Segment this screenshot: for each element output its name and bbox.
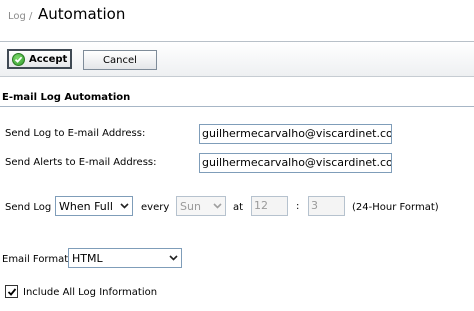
send-log-minute-value: 3: [311, 199, 318, 212]
email-format-value: HTML: [72, 251, 103, 265]
send-log-hour-field[interactable]: 12: [251, 196, 288, 216]
section-title: E-mail Log Automation: [2, 92, 131, 103]
send-log-when-value: When Full: [59, 199, 113, 213]
send-log-minute-field[interactable]: 3: [308, 196, 345, 216]
chevron-down-icon: [210, 198, 224, 214]
accept-button-label: Accept: [29, 53, 68, 65]
send-log-when-select[interactable]: When Full: [55, 196, 133, 216]
every-label: every: [141, 202, 170, 213]
send-alerts-to-label: Send Alerts to E-mail Address:: [5, 157, 157, 168]
send-log-label: Send Log: [5, 202, 52, 213]
send-log-day-value: Sun: [180, 199, 201, 213]
send-alerts-email-value: guilhermecarvalho@viscardinet.con: [202, 156, 392, 169]
send-log-hour-value: 12: [254, 199, 268, 212]
accept-button[interactable]: Accept: [7, 49, 72, 69]
send-log-email-value: guilhermecarvalho@viscardinet.con: [202, 127, 392, 140]
send-log-day-select[interactable]: Sun: [176, 196, 226, 216]
breadcrumb: Log /: [8, 11, 33, 22]
toolbar-divider: [0, 76, 474, 77]
send-alerts-email-field[interactable]: guilhermecarvalho@viscardinet.con: [199, 153, 392, 173]
include-all-checkbox[interactable]: [5, 285, 18, 298]
include-all-label: Include All Log Information: [23, 287, 158, 298]
email-format-label: Email Format:: [2, 254, 72, 265]
email-format-select[interactable]: HTML: [68, 248, 182, 268]
cancel-button[interactable]: Cancel: [83, 50, 157, 70]
cancel-button-label: Cancel: [103, 54, 137, 66]
time-format-note: (24-Hour Format): [352, 202, 439, 213]
chevron-down-icon: [166, 250, 180, 266]
checkmark-icon: [7, 287, 16, 296]
at-label: at: [233, 202, 244, 213]
page-title: Automation: [38, 5, 126, 23]
checkmark-icon: [12, 52, 25, 66]
send-log-to-label: Send Log to E-mail Address:: [5, 128, 146, 139]
chevron-down-icon: [117, 198, 131, 214]
section-divider: [0, 106, 474, 107]
send-log-email-field[interactable]: guilhermecarvalho@viscardinet.con: [199, 124, 392, 144]
time-separator: :: [296, 201, 300, 212]
